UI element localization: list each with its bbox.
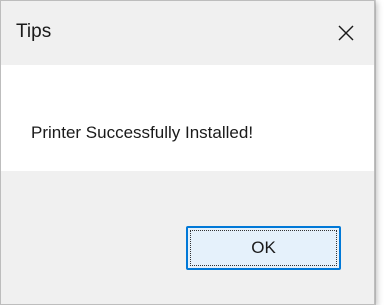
close-icon	[338, 25, 354, 41]
ok-button-label: OK	[251, 238, 276, 257]
dialog-footer: OK	[1, 171, 374, 304]
dialog-content: Printer Successfully Installed!	[1, 65, 374, 171]
tips-dialog: Tips Printer Successfully Installed! OK	[0, 0, 375, 305]
dialog-message: Printer Successfully Installed!	[31, 123, 254, 142]
background-window-edge	[375, 0, 385, 305]
dialog-titlebar[interactable]: Tips	[1, 1, 374, 65]
ok-button[interactable]: OK	[186, 226, 341, 270]
close-button[interactable]	[318, 1, 374, 65]
dialog-title: Tips	[16, 21, 52, 42]
